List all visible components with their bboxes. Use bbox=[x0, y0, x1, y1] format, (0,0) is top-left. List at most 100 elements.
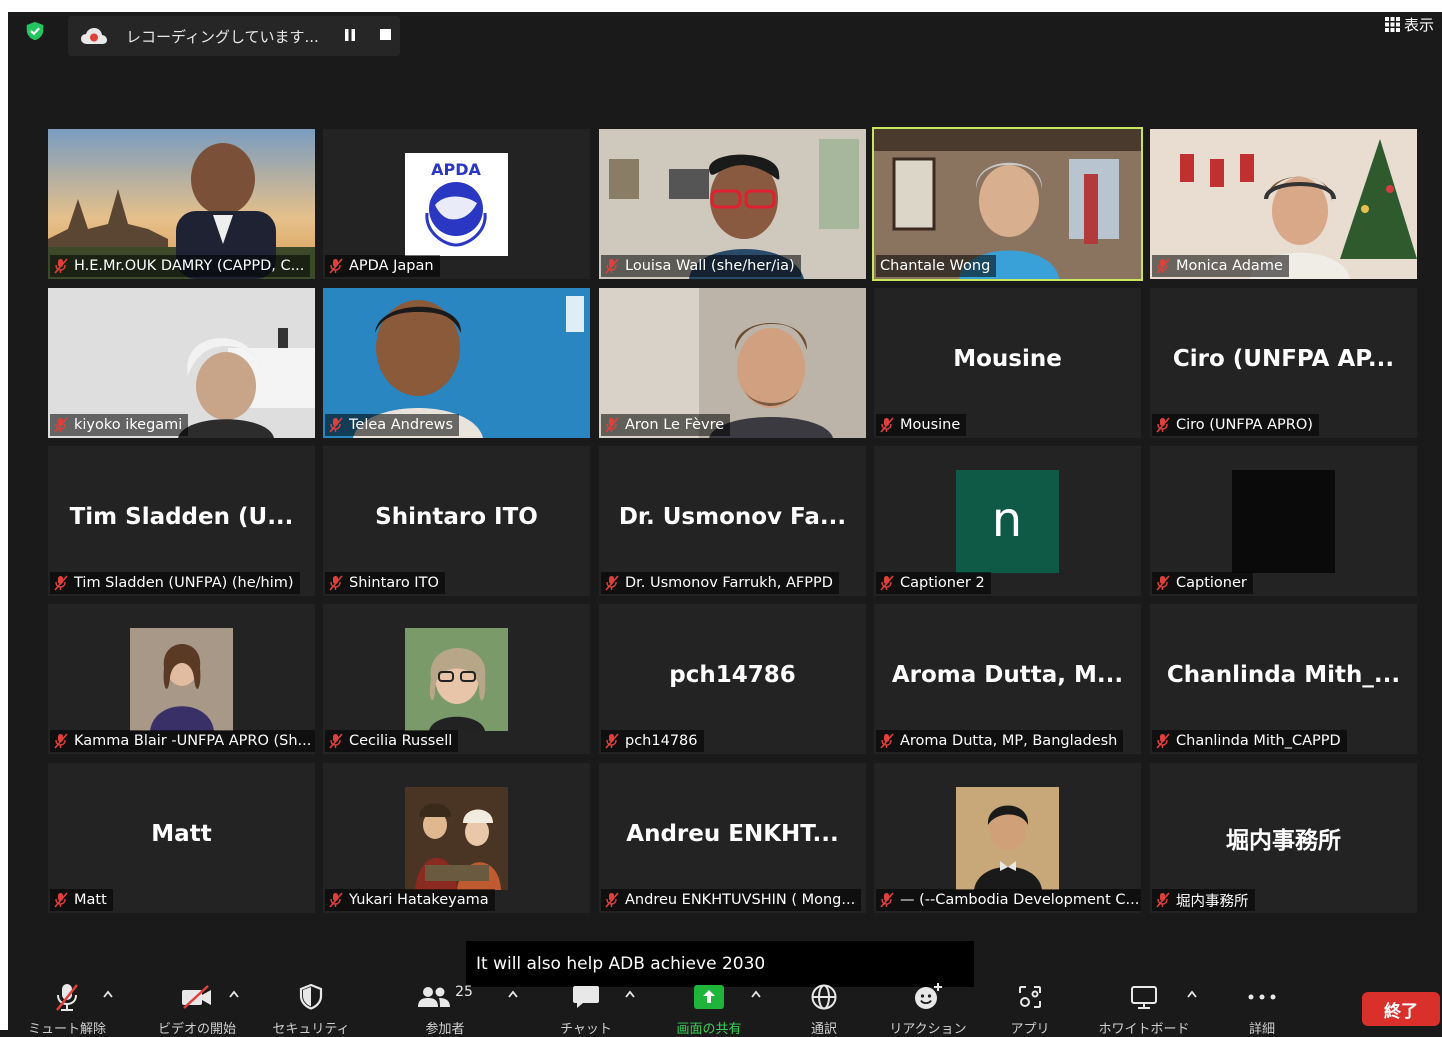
participants-icon bbox=[418, 987, 451, 1007]
participant-tile[interactable]: Aroma Dutta, M... Aroma Dutta, MP, Bangla… bbox=[874, 604, 1141, 754]
mic-muted-icon bbox=[1156, 892, 1170, 908]
participant-name: kiyoko ikegami bbox=[74, 417, 183, 433]
participants-caret-icon[interactable] bbox=[508, 990, 518, 998]
participant-tile[interactable]: Cecilia Russell bbox=[323, 604, 590, 754]
security-shield-icon bbox=[299, 983, 323, 1010]
chat-caret-icon[interactable] bbox=[625, 990, 635, 998]
mic-muted-icon bbox=[329, 733, 343, 749]
participant-big-name: Andreu ENKHT... bbox=[626, 821, 839, 847]
participant-tile[interactable]: Kamma Blair -UNFPA APRO (Sh... bbox=[48, 604, 315, 754]
participant-tile[interactable]: Louisa Wall (she/her/ia) bbox=[599, 129, 866, 279]
participant-tile[interactable]: Aron Le Fèvre bbox=[599, 288, 866, 438]
participants-button[interactable]: 25 参加者 bbox=[400, 980, 490, 1037]
participant-nameplate: Monica Adame bbox=[1152, 255, 1289, 277]
share-screen-button[interactable]: 画面の共有 bbox=[664, 980, 754, 1037]
reactions-button[interactable]: リアクション bbox=[883, 980, 973, 1037]
participant-tile[interactable]: Captioner bbox=[1150, 446, 1417, 596]
participant-tile[interactable]: APDA APDA Japan bbox=[323, 129, 590, 279]
participant-big-name: Tim Sladden (U... bbox=[69, 504, 294, 530]
participant-name: H.E.Mr.OUK DAMRY (CAPPD, C... bbox=[74, 258, 305, 274]
end-meeting-button[interactable]: 終了 bbox=[1362, 992, 1440, 1026]
participant-tile[interactable]: Andreu ENKHT... Andreu ENKHTUVSHIN ( Mong… bbox=[599, 763, 866, 913]
participant-nameplate: Shintaro ITO bbox=[325, 572, 445, 594]
mic-muted-icon bbox=[54, 417, 68, 433]
participant-name: Captioner bbox=[1176, 575, 1247, 591]
participant-name: APDA Japan bbox=[349, 258, 434, 274]
mic-muted-icon bbox=[605, 258, 619, 274]
participant-nameplate: Telea Andrews bbox=[325, 414, 460, 436]
whiteboard-icon bbox=[1131, 986, 1157, 1009]
participant-name: Kamma Blair -UNFPA APRO (Sh... bbox=[74, 733, 312, 749]
participant-tile[interactable]: pch14786 pch14786 bbox=[599, 604, 866, 754]
more-button[interactable]: 詳細 bbox=[1217, 980, 1307, 1037]
video-options-caret-icon[interactable] bbox=[229, 990, 239, 998]
participant-tile[interactable]: Mousine Mousine bbox=[874, 288, 1141, 438]
participant-nameplate: kiyoko ikegami bbox=[50, 414, 189, 436]
participant-tile[interactable]: Shintaro ITO Shintaro ITO bbox=[323, 446, 590, 596]
video-off-icon bbox=[182, 985, 211, 1009]
participant-tile[interactable]: n Captioner 2 bbox=[874, 446, 1141, 596]
participant-tile[interactable]: Telea Andrews bbox=[323, 288, 590, 438]
share-screen-label: 画面の共有 bbox=[676, 1022, 742, 1037]
caption-text: It will also help ADB achieve 2030 bbox=[476, 954, 766, 974]
participant-tile[interactable]: — (--Cambodia Development C... bbox=[874, 763, 1141, 913]
audio-options-caret-icon[interactable] bbox=[103, 990, 113, 998]
whiteboard-button[interactable]: ホワイトボード bbox=[1099, 980, 1190, 1037]
participant-name: Matt bbox=[74, 892, 107, 908]
participant-name: Ciro (UNFPA APRO) bbox=[1176, 417, 1313, 433]
emoji-add-icon bbox=[915, 983, 942, 1009]
participant-tile[interactable]: Ciro (UNFPA AP... Ciro (UNFPA APRO) bbox=[1150, 288, 1417, 438]
participant-name: — (--Cambodia Development C... bbox=[900, 892, 1140, 908]
participant-name: Aron Le Fèvre bbox=[625, 417, 725, 433]
security-button[interactable]: セキュリティ bbox=[266, 980, 356, 1037]
more-dots-icon bbox=[1248, 994, 1276, 1000]
apps-button[interactable]: アプリ bbox=[985, 980, 1075, 1037]
interpretation-button[interactable]: 通訳 bbox=[779, 980, 869, 1037]
participant-tile[interactable]: Chanlinda Mith_... Chanlinda Mith_CAPPD bbox=[1150, 604, 1417, 754]
participant-nameplate: Louisa Wall (she/her/ia) bbox=[601, 255, 801, 277]
participant-tile[interactable]: Yukari Hatakeyama bbox=[323, 763, 590, 913]
start-video-label: ビデオの開始 bbox=[157, 1022, 236, 1037]
participant-tile[interactable]: Monica Adame bbox=[1150, 129, 1417, 279]
mic-muted-icon bbox=[880, 575, 894, 591]
whiteboard-caret-icon[interactable] bbox=[1187, 990, 1197, 998]
encryption-shield-icon[interactable] bbox=[24, 20, 46, 42]
participant-tile[interactable]: Chantale Wong bbox=[872, 127, 1143, 281]
chat-bubble-icon bbox=[573, 986, 599, 1008]
participant-name: Shintaro ITO bbox=[349, 575, 439, 591]
share-caret-icon[interactable] bbox=[751, 990, 761, 998]
participant-tile[interactable]: 堀内事務所 堀内事務所 bbox=[1150, 763, 1417, 913]
svg-text:n: n bbox=[992, 492, 1022, 548]
participant-tile[interactable]: Tim Sladden (U... Tim Sladden (UNFPA) (he… bbox=[48, 446, 315, 596]
participant-big-name: Dr. Usmonov Fa... bbox=[618, 504, 847, 530]
stop-recording-icon[interactable] bbox=[380, 29, 391, 40]
mic-muted-icon bbox=[329, 892, 343, 908]
cloud-recording-icon bbox=[81, 28, 107, 44]
svg-text:APDA: APDA bbox=[431, 160, 481, 179]
start-video-button[interactable]: ビデオの開始 bbox=[152, 980, 242, 1037]
participant-name: Chanlinda Mith_CAPPD bbox=[1176, 733, 1341, 749]
meeting-window: レコーディングしています... 表示 H.E.Mr.OUK DAMRY (CAP… bbox=[8, 12, 1442, 1030]
participant-tile[interactable]: Dr. Usmonov Fa... Dr. Usmonov Farrukh, AF… bbox=[599, 446, 866, 596]
mic-muted-icon bbox=[1156, 733, 1170, 749]
participant-nameplate: Ciro (UNFPA APRO) bbox=[1152, 414, 1319, 436]
view-button[interactable]: 表示 bbox=[1384, 14, 1434, 35]
chat-label: チャット bbox=[560, 1022, 612, 1037]
end-label: 終了 bbox=[1384, 1001, 1418, 1022]
recording-indicator: レコーディングしています... bbox=[68, 16, 400, 56]
view-label: 表示 bbox=[1403, 16, 1434, 34]
participant-big-name: pch14786 bbox=[669, 662, 796, 688]
participant-nameplate: H.E.Mr.OUK DAMRY (CAPPD, C... bbox=[50, 255, 311, 277]
mic-muted-icon bbox=[605, 575, 619, 591]
chat-button[interactable]: チャット bbox=[541, 980, 631, 1037]
mic-muted-icon bbox=[605, 733, 619, 749]
participant-big-name: Shintaro ITO bbox=[375, 504, 538, 530]
pause-recording-icon[interactable] bbox=[344, 28, 356, 42]
participant-tile[interactable]: kiyoko ikegami bbox=[48, 288, 315, 438]
participant-nameplate: Cecilia Russell bbox=[325, 730, 459, 752]
participant-nameplate: Matt bbox=[50, 889, 113, 911]
participant-nameplate: APDA Japan bbox=[325, 255, 440, 277]
participant-tile[interactable]: H.E.Mr.OUK DAMRY (CAPPD, C... bbox=[48, 129, 315, 279]
participant-tile[interactable]: Matt Matt bbox=[48, 763, 315, 913]
unmute-button[interactable]: ミュート解除 bbox=[22, 980, 112, 1037]
